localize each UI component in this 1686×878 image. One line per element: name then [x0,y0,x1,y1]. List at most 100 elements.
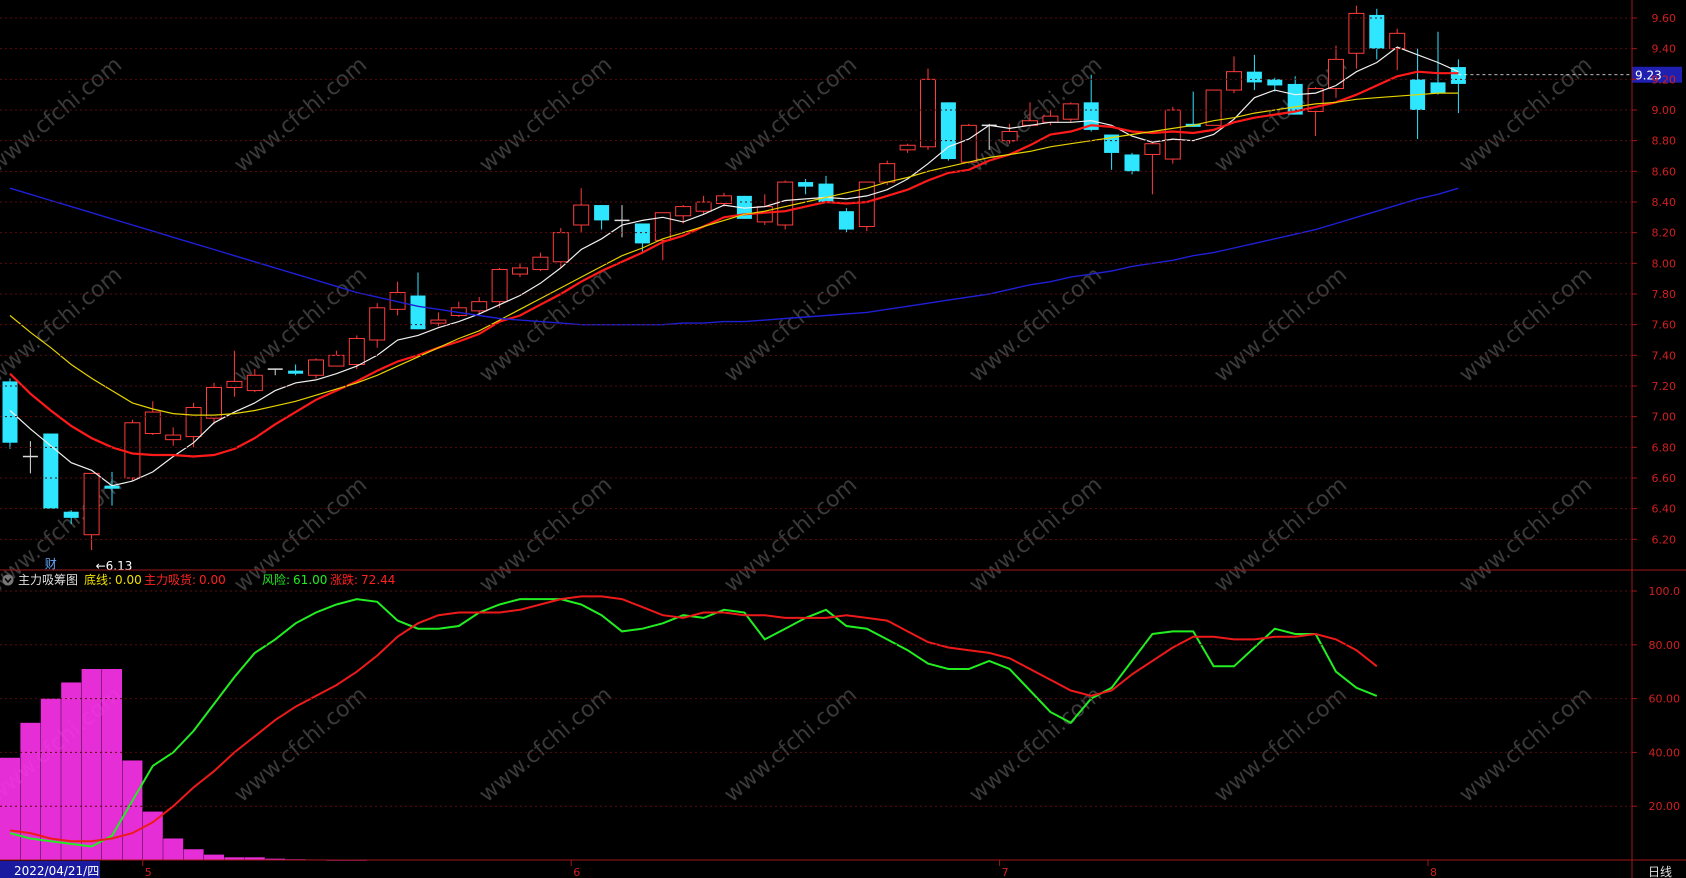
candle-body [1369,14,1385,49]
field-value: 0.00 [115,573,142,587]
histogram-bar [61,682,82,860]
candle-body [491,268,508,303]
candle-body [1430,82,1446,94]
month-label: 7 [1002,866,1009,878]
price-tick-label: 9.60 [1652,12,1677,25]
field-label: 涨跌: [330,572,358,587]
price-tick-label: 6.20 [1652,533,1677,546]
period-label: 日线 [1648,865,1672,878]
histogram-bar [142,811,163,860]
candle-body [675,206,692,217]
price-tick-label: 7.80 [1652,288,1677,301]
candle-body [63,511,79,518]
extreme-price-annotation: ↖9.68 [1360,0,1397,1]
indicator-field-3: 涨跌: 72.44 [330,572,395,587]
candle [308,358,324,379]
candle [348,335,365,370]
price-tick-label: 7.00 [1652,411,1677,424]
indicator-tick-label: 60.00 [1649,693,1681,706]
candle-body [634,223,650,244]
candle-body [1042,115,1059,123]
indicator-tick-label: 100.0 [1649,585,1681,598]
indicator-tick-label: 80.00 [1649,639,1681,652]
collapse-icon [2,574,14,586]
month-label: 5 [145,866,152,878]
indicator-header: 主力吸筹图 底线: 0.00 主力吸货: 0.00 风险: 61.00 涨跌: 72.44 [2,572,395,587]
candle-body [43,433,59,509]
histogram-bar [0,757,20,860]
candle-body [144,411,161,435]
candle [43,433,59,509]
candle-body [552,232,569,263]
price-tick-label: 7.60 [1652,319,1677,332]
price-tick-label: 8.60 [1652,165,1677,178]
field-value: 72.44 [361,573,395,587]
candle-body [1348,12,1365,54]
price-tick-label: 7.20 [1652,380,1677,393]
histogram-bar [102,669,122,860]
price-tick-label: 9.00 [1652,104,1677,117]
candle-body [1328,58,1344,90]
candle-body [1389,32,1406,50]
candle-body [1267,79,1283,86]
field-label: 底线: [84,572,112,587]
candle-body [798,182,814,187]
candle-body [512,267,528,275]
field-label: 主力吸货: [144,572,196,587]
candle-body [246,374,263,392]
candle [206,382,222,425]
candle-body [83,472,100,536]
candle-body [1164,109,1181,160]
candle-body [879,163,896,183]
candle [124,419,141,482]
candle-body [226,380,243,389]
candle-body [960,124,977,163]
indicator-tick-label: 20.00 [1649,800,1681,813]
candle [2,378,18,449]
candle-body [1062,103,1079,120]
candle-body [920,78,936,148]
price-tick-label: 6.40 [1652,503,1677,516]
extreme-price-annotation: ←6.13 [96,559,133,573]
candle-body [369,307,386,341]
candle-body [899,144,916,151]
price-tick-label: 6.80 [1652,441,1677,454]
current-date: 2022/04/21/四 [14,864,99,878]
candle-body [1226,71,1242,91]
price-tick-label: 8.80 [1652,135,1677,148]
indicator-field-1: 主力吸货: 0.00 [144,572,226,587]
candle [838,208,854,233]
indicator-field-2: 风险: 61.00 [262,572,327,587]
candle-body [594,205,610,221]
price-tick-label: 7.40 [1652,349,1677,362]
stock-chart[interactable]: www.cfchi.com www.cfchi.com www.cfchi.com w… [0,0,1686,878]
histogram-bar [163,838,184,860]
candle [1164,106,1181,164]
candle-body [124,422,141,479]
candle-body [410,295,426,330]
candle-body [716,195,732,205]
candle-body [756,206,773,223]
candle [552,228,569,268]
price-tick-label: 8.40 [1652,196,1677,209]
field-value: 61.00 [293,573,327,587]
candle-body [308,359,324,376]
candle-body [1246,71,1262,83]
price-tick-label: 6.60 [1652,472,1677,485]
candle-body [1124,154,1140,172]
candle-body [471,301,488,312]
indicator-name: 主力吸筹图 [18,573,78,587]
candle-body [573,204,590,226]
price-tick-label: 9.40 [1652,43,1677,56]
month-label: 6 [573,866,580,878]
field-value: 0.00 [199,573,226,587]
candle [1062,102,1079,123]
candle-body [206,387,222,419]
candle-body [777,181,794,226]
price-tick-label: 9.20 [1652,73,1677,86]
candle-body [348,337,365,366]
candle-body [430,319,447,324]
histogram-bar [81,669,102,860]
collapse-icon-circle [2,574,14,586]
candle-body [288,370,304,374]
